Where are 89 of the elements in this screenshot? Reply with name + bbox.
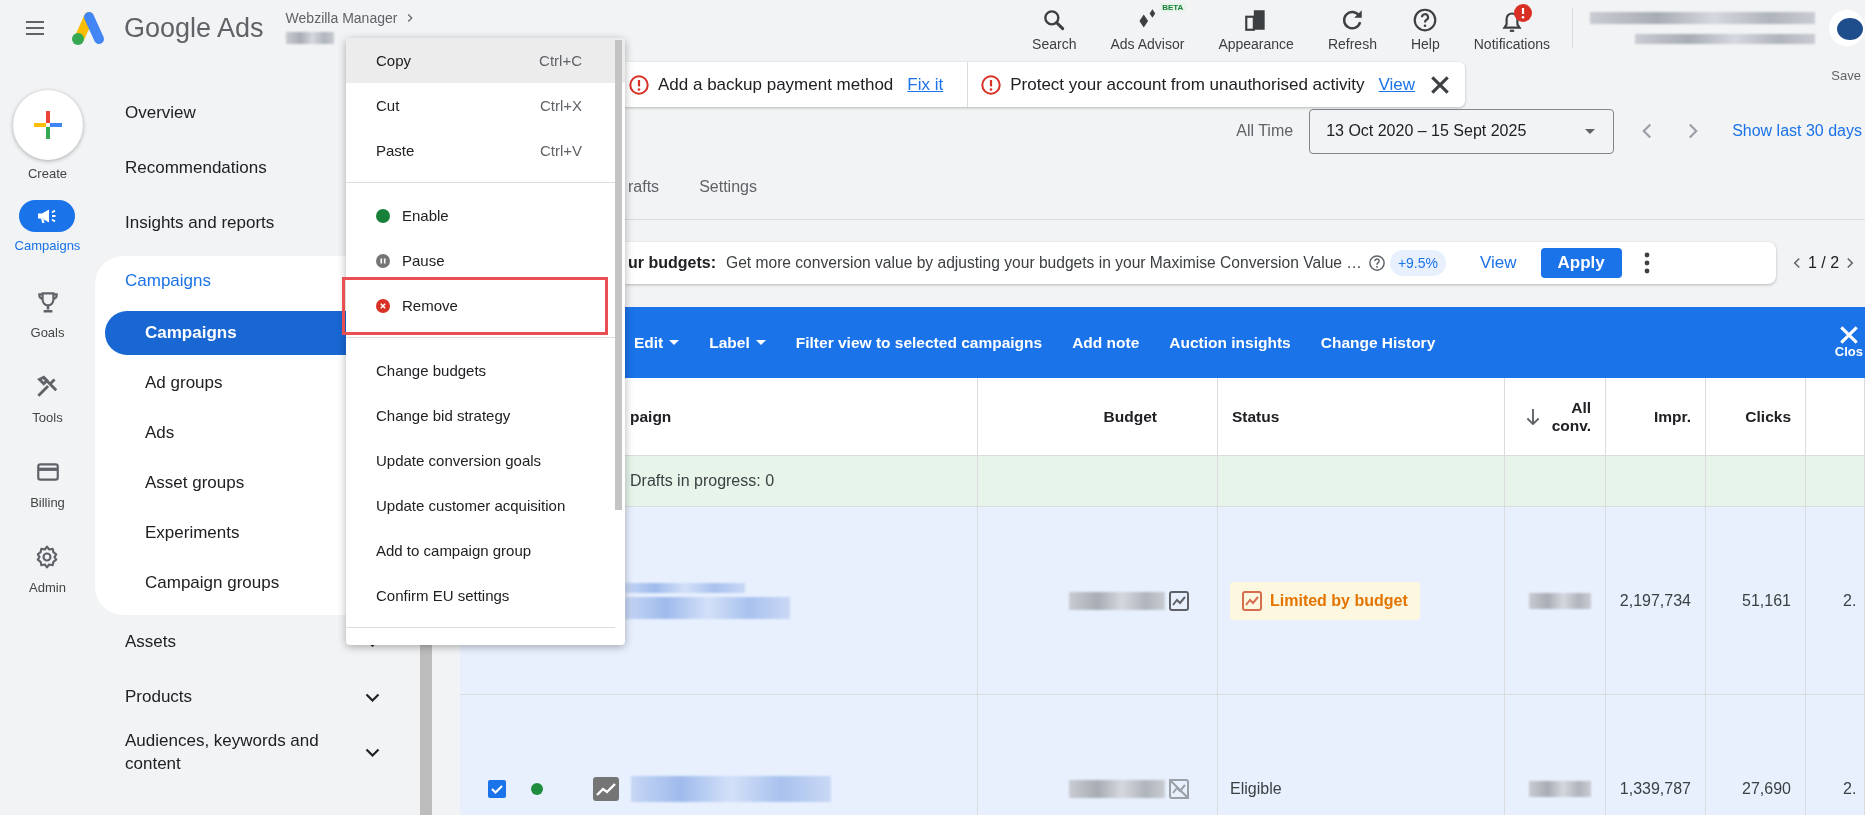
action-button[interactable]: Filter view to selected campaigns <box>795 333 1043 352</box>
drafts-text: Drafts in progress: 0 <box>630 472 775 490</box>
more-icon[interactable] <box>1643 252 1650 274</box>
chart-icon <box>1242 590 1262 611</box>
nav-item[interactable]: Campaigns <box>105 311 346 355</box>
rail-item[interactable]: Billing <box>30 455 65 540</box>
table-cell: Eligible <box>1218 695 1505 815</box>
product-name: Google Ads <box>124 12 264 44</box>
chart-icon <box>593 776 619 801</box>
action-button[interactable]: Edit <box>634 333 680 352</box>
search-button[interactable]: Search <box>1032 6 1077 52</box>
caret-icon <box>755 340 766 345</box>
recommendation-title: ur budgets: <box>628 254 716 272</box>
table-cell: 2. <box>1806 695 1865 815</box>
rail-item[interactable]: Tools <box>32 370 63 455</box>
menu-item[interactable]: Add to campaign group <box>346 528 625 573</box>
close-icon[interactable] <box>1431 75 1450 94</box>
nav-item[interactable]: Ad groups <box>105 361 346 405</box>
blurred-text <box>285 32 334 44</box>
nav-group-header[interactable]: Campaigns <box>95 256 211 306</box>
nav-item[interactable]: Ads <box>105 411 346 455</box>
status-dot-icon <box>376 208 390 223</box>
nav-item[interactable]: Audiences, keywords and content <box>95 725 380 780</box>
menu-item[interactable]: Copy Ctrl+C <box>346 38 625 83</box>
blurred-text <box>1529 592 1591 609</box>
tab[interactable]: Settings <box>699 178 757 196</box>
uplift-badge: +9.5% <box>1389 250 1446 276</box>
help-icon[interactable] <box>1367 254 1386 272</box>
menu-item[interactable]: Paste Ctrl+V <box>346 128 625 173</box>
avatar[interactable] <box>1829 10 1865 46</box>
chart-icon[interactable] <box>1169 590 1189 611</box>
apply-button[interactable]: Apply <box>1540 248 1622 278</box>
save-link[interactable]: Save <box>1831 68 1861 83</box>
close-button[interactable]: Clos <box>1834 326 1863 359</box>
table-cell: 1,339,787 <box>1606 695 1706 815</box>
rail-item[interactable]: Goals <box>30 285 65 370</box>
rail-item[interactable]: Admin <box>29 540 66 625</box>
tab[interactable]: rafts <box>628 178 660 196</box>
alert-link[interactable]: Fix it <box>907 74 944 95</box>
menu-item[interactable]: Pause <box>346 238 625 283</box>
blurred-text <box>1529 780 1591 797</box>
create-label: Create <box>28 166 67 181</box>
notifications-button[interactable]: Notifications <box>1473 6 1550 52</box>
date-range-picker[interactable]: 13 Oct 2020 – 15 Sept 2025 <box>1309 108 1615 154</box>
nav-item[interactable]: Campaign groups <box>105 561 346 605</box>
nav-item[interactable]: Asset groups <box>105 461 346 505</box>
alert-message: Protect your account from unauthorised activity <box>1010 74 1365 95</box>
appearance-button[interactable]: Appearance <box>1218 6 1294 52</box>
nav-item[interactable]: Recommendations <box>95 140 267 195</box>
alert-icon <box>980 73 1003 96</box>
menu-item[interactable]: Confirm EU settings <box>346 573 625 618</box>
menu-item[interactable]: Remove <box>346 283 625 328</box>
menu-item[interactable]: Enable <box>346 193 625 238</box>
rail-item[interactable]: Campaigns <box>14 200 81 285</box>
status-text: Limited by budget <box>1270 591 1408 610</box>
caret-icon <box>669 340 680 345</box>
scrollbar-thumb[interactable] <box>420 645 432 815</box>
alert-icon <box>628 73 650 96</box>
menu-item[interactable]: Update customer acquisition <box>346 483 625 528</box>
date-range-label: All Time <box>1236 122 1294 140</box>
date-quick-link[interactable]: Show last 30 days <box>1732 122 1862 140</box>
nav-item[interactable]: Overview <box>95 85 196 140</box>
nav-item[interactable]: Products <box>95 670 380 725</box>
action-button[interactable]: Label <box>709 333 766 352</box>
action-button[interactable]: Change History <box>1320 333 1436 352</box>
create-button[interactable] <box>12 90 83 160</box>
help-icon <box>1412 6 1439 33</box>
scrollbar-thumb[interactable] <box>615 40 622 510</box>
action-button[interactable]: Auction insights <box>1169 333 1291 352</box>
alert-link[interactable]: View <box>1378 74 1416 95</box>
sort-arrow-icon <box>1527 408 1539 425</box>
action-button[interactable]: Add note <box>1072 333 1140 352</box>
close-icon <box>1839 326 1858 344</box>
alert-message: Add a backup payment method <box>658 74 894 95</box>
caret-icon <box>1585 128 1596 134</box>
pause-icon <box>376 253 390 268</box>
refresh-button[interactable]: Refresh <box>1327 6 1377 52</box>
checkbox[interactable] <box>487 778 507 799</box>
pager-text: 1 / 2 <box>1808 254 1840 272</box>
account-name[interactable]: Webzilla Manager <box>285 10 398 26</box>
beta-badge: BETA <box>1159 2 1187 12</box>
nav-item[interactable]: Insights and reports <box>95 195 275 250</box>
view-link[interactable]: View <box>1480 253 1517 273</box>
nav-item[interactable]: Experiments <box>105 511 346 555</box>
menu-item[interactable]: Cut Ctrl+X <box>346 83 625 128</box>
help-button[interactable]: Help <box>1410 6 1440 52</box>
recommendation-text: Get more conversion value by adjusting your budgets in your Maximise Conversion Value … <box>726 254 1362 272</box>
table-cell: 27,690 <box>1706 695 1806 815</box>
remove-icon <box>376 298 390 313</box>
